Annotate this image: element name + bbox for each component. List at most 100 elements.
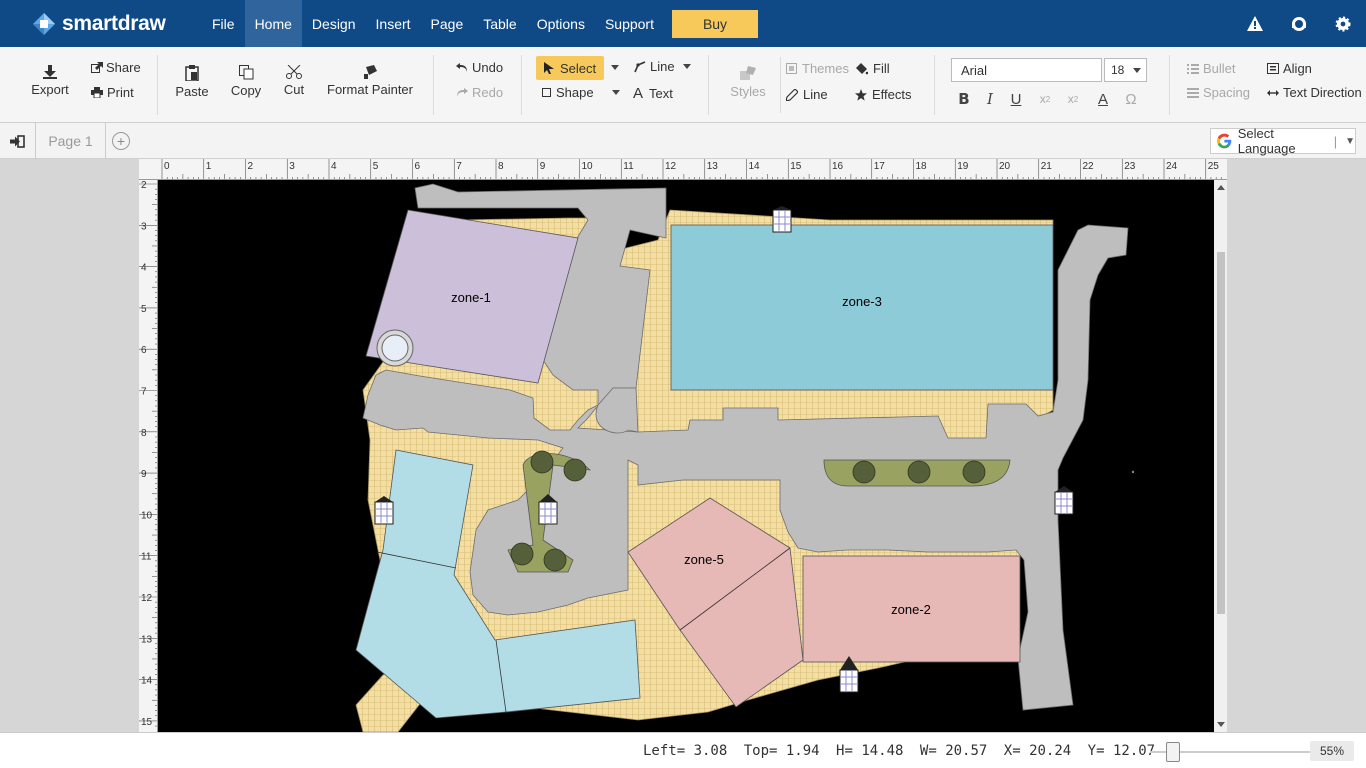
left-readout: Left= 3.08 — [643, 743, 728, 759]
coordinate-readout: Left= 3.08 Top= 1.94 H= 14.48 W= 20.57 X… — [643, 743, 1163, 759]
align-button[interactable]: Align — [1267, 61, 1312, 76]
ruler-label: 10 — [582, 161, 594, 172]
line-tool-button[interactable]: Line — [634, 59, 691, 74]
ruler-label: 1 — [206, 161, 212, 172]
redo-button[interactable]: Redo — [456, 85, 503, 100]
zone-5-label[interactable]: zone-5 — [684, 552, 724, 567]
menu-table[interactable]: Table — [473, 0, 526, 47]
panel-toggle-button[interactable] — [0, 123, 36, 159]
select-language-dropdown[interactable]: Select Language | ▼ — [1210, 126, 1356, 156]
ruler-label: 6 — [141, 345, 147, 356]
paste-button[interactable]: Paste — [175, 65, 209, 99]
ruler-label: 3 — [141, 221, 147, 232]
spacing-button[interactable]: Spacing — [1187, 85, 1250, 100]
zoom-percentage[interactable]: 55% — [1310, 741, 1354, 761]
shape-tool-button[interactable]: Shape — [542, 85, 620, 100]
print-button[interactable]: Print — [91, 85, 134, 100]
fill-button[interactable]: Fill — [856, 61, 890, 76]
menu-page[interactable]: Page — [421, 0, 474, 47]
menu-options[interactable]: Options — [527, 0, 595, 47]
pointer-cursor-icon — [544, 62, 554, 74]
scroll-down-arrow-icon[interactable] — [1217, 722, 1225, 727]
undo-button[interactable]: Undo — [456, 60, 503, 75]
format-painter-button[interactable]: Format Painter — [327, 65, 413, 97]
scroll-up-arrow-icon[interactable] — [1217, 185, 1225, 190]
font-size-field[interactable]: 18 — [1104, 58, 1147, 82]
page-tab-1[interactable]: Page 1 — [36, 123, 106, 159]
ruler-label: 2 — [141, 180, 147, 191]
underline-button[interactable]: U — [1006, 89, 1026, 109]
cut-label: Cut — [283, 82, 305, 97]
ribbon-separator — [157, 55, 158, 115]
font-name-field[interactable]: Arial — [951, 58, 1102, 82]
menu-file[interactable]: File — [202, 0, 245, 47]
spacing-label: Spacing — [1203, 85, 1250, 100]
menu-insert[interactable]: Insert — [366, 0, 421, 47]
menu-support[interactable]: Support — [595, 0, 664, 47]
effects-button[interactable]: Effects — [855, 87, 912, 102]
settings-gear-icon[interactable] — [1332, 13, 1354, 35]
bullet-list-icon — [1187, 63, 1199, 74]
drawing-canvas[interactable]: zone-1 zone-3 zone-5 zone-2 — [158, 180, 1214, 732]
themes-button[interactable]: Themes — [786, 61, 849, 76]
styles-button[interactable]: Styles — [730, 65, 766, 99]
headset-support-icon[interactable] — [1288, 13, 1310, 35]
zone-2-label[interactable]: zone-2 — [891, 602, 931, 617]
ruler-label: 11 — [141, 552, 152, 563]
text-direction-button[interactable]: Text Direction — [1267, 85, 1362, 100]
select-dropdown-caret[interactable] — [611, 65, 619, 70]
menu-home[interactable]: Home — [244, 0, 302, 47]
align-label: Align — [1283, 61, 1312, 76]
bold-button[interactable]: B — [954, 89, 974, 109]
ruler-label: 21 — [1041, 161, 1053, 172]
cut-button[interactable]: Cut — [283, 65, 305, 97]
zoom-slider-handle[interactable] — [1166, 742, 1180, 762]
zone-3-label[interactable]: zone-3 — [842, 294, 882, 309]
small-dot — [1131, 470, 1135, 474]
italic-button[interactable]: I — [980, 89, 1000, 109]
ruler-label: 5 — [373, 161, 379, 172]
bullet-button[interactable]: Bullet — [1187, 61, 1236, 76]
ruler-label: 23 — [1124, 161, 1136, 172]
ruler-label: 15 — [790, 161, 802, 172]
ruler-label: 15 — [141, 717, 153, 728]
omega-special-char-icon[interactable]: Ω — [1121, 89, 1141, 109]
export-button[interactable]: Export — [30, 65, 70, 97]
ruler-label: 10 — [141, 510, 153, 521]
scissors-icon — [286, 65, 302, 79]
fountain-pool[interactable] — [381, 334, 409, 362]
copy-button[interactable]: Copy — [231, 65, 261, 98]
superscript-button[interactable]: x2 — [1063, 89, 1083, 109]
lamp-post-icon[interactable] — [374, 496, 394, 525]
add-page-icon[interactable]: + — [112, 132, 130, 150]
y-readout: Y= 12.07 — [1087, 743, 1156, 759]
subscript-button[interactable]: x2 — [1035, 89, 1055, 109]
smartdraw-logo[interactable]: smartdraw — [32, 0, 202, 47]
warning-icon[interactable] — [1244, 13, 1266, 35]
line-dropdown-caret[interactable] — [682, 64, 691, 69]
shape-dropdown-caret[interactable] — [611, 90, 620, 95]
menu-design[interactable]: Design — [302, 0, 366, 47]
line-spacing-icon — [1187, 87, 1199, 98]
ruler-label: 14 — [141, 676, 153, 687]
logo-text: smartdraw — [62, 11, 166, 35]
font-size-dropdown-caret[interactable] — [1133, 68, 1141, 73]
horizontal-ruler: 0 1 2 3 4 5 6 7 8 9 10 11 12 13 14 15 16 17 18 19 20 21 22 23 24… — [139, 159, 1227, 180]
text-tool-button[interactable]: A Text — [633, 85, 673, 102]
select-tool-button[interactable]: Select — [536, 56, 605, 80]
scrollbar-thumb[interactable] — [1217, 252, 1225, 614]
width-readout: W= 20.57 — [919, 743, 988, 759]
font-color-button[interactable]: A — [1093, 89, 1113, 109]
vertical-scrollbar[interactable] — [1214, 180, 1227, 732]
ruler-label: 24 — [1166, 161, 1178, 172]
lamp-post-icon[interactable] — [772, 206, 792, 233]
ruler-label: 12 — [665, 161, 677, 172]
buy-button[interactable]: Buy — [672, 10, 758, 38]
share-button[interactable]: Share — [91, 60, 141, 75]
vertical-ruler: 2 3 4 5 6 7 8 9 10 11 12 13 14 15 — [139, 180, 158, 732]
download-icon — [43, 65, 57, 79]
shape-label: Shape — [556, 85, 594, 100]
line-style-button[interactable]: Line — [786, 87, 828, 102]
x-readout: X= 20.24 — [1003, 743, 1072, 759]
zone-1-label[interactable]: zone-1 — [451, 290, 491, 305]
